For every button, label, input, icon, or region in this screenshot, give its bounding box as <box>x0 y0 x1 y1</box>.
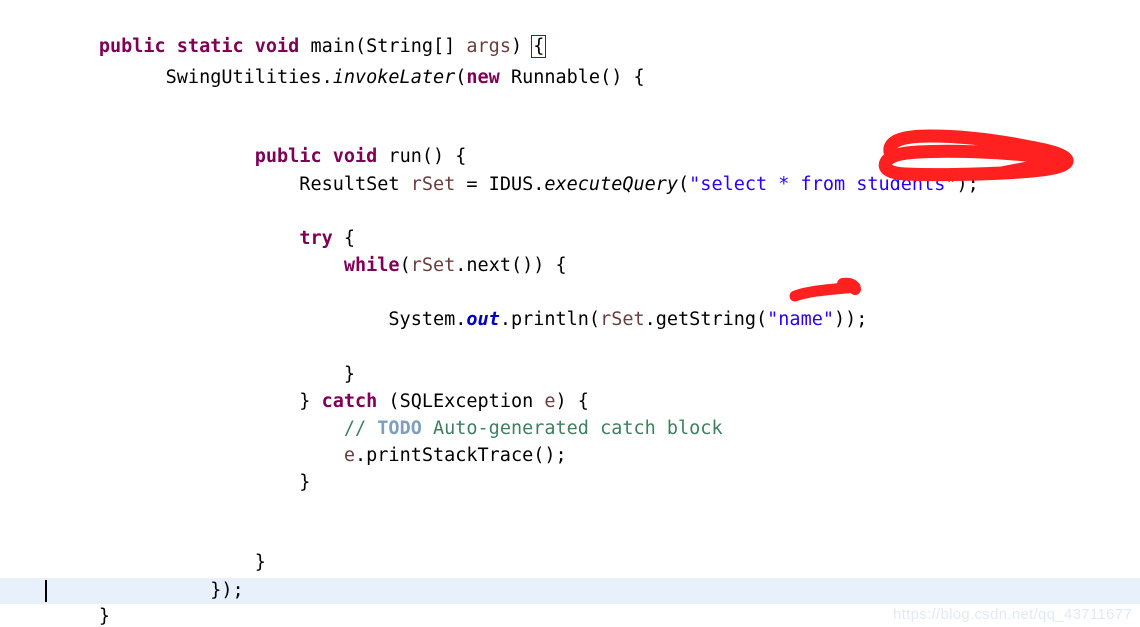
code-line-9-content: while(rSet.next()) { <box>343 255 567 276</box>
code-line-21[interactable]: }); <box>0 552 1140 601</box>
code-line-8[interactable]: try { <box>0 200 1140 249</box>
code-line-13[interactable]: } <box>0 336 1140 385</box>
code-editor-screenshot: public static void main(String[] args) {… <box>0 0 1140 627</box>
code-line-17-content: } <box>98 472 311 493</box>
code-line-22-content: } <box>98 606 110 627</box>
java-source-code[interactable]: public static void main(String[] args) {… <box>0 0 1140 627</box>
code-line-1[interactable]: public static void main(String[] args) { <box>0 8 1140 58</box>
code-line-11-content: System.out.println(rSet.getString("name"… <box>98 309 868 330</box>
code-line-6[interactable]: ResultSet rSet = IDUS.executeQuery("sele… <box>0 146 1140 195</box>
code-line-16[interactable]: e.printStackTrace(); <box>0 417 1140 466</box>
code-line-17[interactable]: } <box>0 444 1140 493</box>
code-line-9[interactable]: while(rSet.next()) { <box>0 227 1140 276</box>
code-line-5[interactable]: public void run() { <box>0 118 1140 167</box>
code-line-2[interactable]: SwingUtilities.invokeLater(new Runnable(… <box>0 39 1140 88</box>
code-line-14[interactable]: } catch (SQLException e) { <box>0 363 1140 412</box>
code-line-6-content: ResultSet rSet = IDUS.executeQuery("sele… <box>98 174 979 195</box>
code-line-11[interactable]: System.out.println(rSet.getString("name"… <box>0 281 1140 330</box>
code-line-22[interactable]: } <box>0 578 1140 627</box>
site-watermark: https://blog.csdn.net/qq_43711677 <box>893 606 1132 623</box>
code-line-15[interactable]: // TODO Auto-generated catch block <box>0 390 1140 439</box>
code-line-20[interactable]: } <box>0 524 1140 573</box>
code-line-2-content: SwingUtilities.invokeLater(new Runnable(… <box>98 67 645 88</box>
